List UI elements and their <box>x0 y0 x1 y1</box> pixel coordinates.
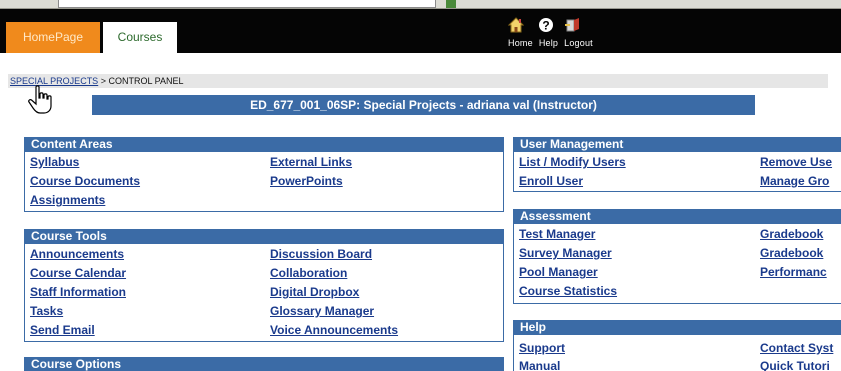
browser-address-strip <box>0 0 841 9</box>
tab-courses[interactable]: Courses <box>103 22 177 53</box>
help-panel: Help Support Contact Syst Manual Quick T… <box>513 320 841 371</box>
svg-text:?: ? <box>542 19 549 33</box>
link-survey-manager[interactable]: Survey Manager <box>519 246 612 260</box>
link-gradebook-2[interactable]: Gradebook <box>760 246 823 260</box>
toolbar-labels: Home Help Logout <box>508 38 599 48</box>
breadcrumb-current: CONTROL PANEL <box>108 76 184 86</box>
user-management-panel: User Management List / Modify Users Remo… <box>513 137 841 192</box>
link-external-links[interactable]: External Links <box>270 155 352 169</box>
link-voice-announcements[interactable]: Voice Announcements <box>270 323 398 337</box>
link-collaboration[interactable]: Collaboration <box>270 266 347 280</box>
link-discussion-board[interactable]: Discussion Board <box>270 247 372 261</box>
link-remove-users[interactable]: Remove Use <box>760 155 832 169</box>
course-tools-title: Course Tools <box>25 229 503 244</box>
link-list-modify-users[interactable]: List / Modify Users <box>519 155 626 169</box>
link-pool-manager[interactable]: Pool Manager <box>519 265 598 279</box>
link-support[interactable]: Support <box>519 341 565 355</box>
course-tools-panel: Course Tools Announcements Discussion Bo… <box>24 229 504 342</box>
content-areas-panel: Content Areas Syllabus External Links Co… <box>24 137 504 212</box>
assessment-panel: Assessment Test Manager Gradebook Survey… <box>513 209 841 304</box>
help-title: Help <box>514 320 841 335</box>
link-staff-information[interactable]: Staff Information <box>30 285 126 299</box>
link-announcements[interactable]: Announcements <box>30 247 124 261</box>
link-glossary-manager[interactable]: Glossary Manager <box>270 304 374 318</box>
content-areas-title: Content Areas <box>25 137 503 152</box>
hand-cursor-icon <box>28 85 54 115</box>
logout-label[interactable]: Logout <box>564 38 593 48</box>
breadcrumb: SPECIAL PROJECTS > CONTROL PANEL <box>8 74 828 88</box>
top-header: HomePage Courses ? Home Help Logout <box>0 0 841 53</box>
help-label[interactable]: Help <box>539 38 558 48</box>
course-banner: ED_677_001_06SP: Special Projects - adri… <box>92 95 755 115</box>
breadcrumb-separator: > <box>100 76 106 86</box>
tab-homepage[interactable]: HomePage <box>6 22 100 53</box>
link-manual[interactable]: Manual <box>519 359 560 371</box>
link-manage-groups[interactable]: Manage Gro <box>760 174 829 188</box>
link-performance[interactable]: Performanc <box>760 265 827 279</box>
logout-icon[interactable] <box>565 17 581 33</box>
course-options-panel: Course Options <box>24 357 504 371</box>
link-assignments[interactable]: Assignments <box>30 193 105 207</box>
link-syllabus[interactable]: Syllabus <box>30 155 79 169</box>
go-button[interactable] <box>446 0 456 8</box>
home-icon[interactable] <box>508 17 524 33</box>
link-gradebook[interactable]: Gradebook <box>760 227 823 241</box>
address-bar[interactable] <box>58 0 436 8</box>
top-toolbar: ? Home Help Logout <box>508 17 638 53</box>
help-icon[interactable]: ? <box>538 17 554 33</box>
link-enroll-user[interactable]: Enroll User <box>519 174 583 188</box>
link-tasks[interactable]: Tasks <box>30 304 63 318</box>
link-send-email[interactable]: Send Email <box>30 323 95 337</box>
link-digital-dropbox[interactable]: Digital Dropbox <box>270 285 359 299</box>
home-label[interactable]: Home <box>508 38 533 48</box>
course-options-title: Course Options <box>25 357 503 371</box>
link-course-documents[interactable]: Course Documents <box>30 174 140 188</box>
link-powerpoints[interactable]: PowerPoints <box>270 174 343 188</box>
link-course-calendar[interactable]: Course Calendar <box>30 266 126 280</box>
link-course-statistics[interactable]: Course Statistics <box>519 284 617 298</box>
link-contact-system[interactable]: Contact Syst <box>760 341 833 355</box>
breadcrumb-link-special-projects[interactable]: SPECIAL PROJECTS <box>10 76 98 86</box>
user-management-title: User Management <box>514 137 841 152</box>
link-quick-tutorials[interactable]: Quick Tutori <box>760 359 830 371</box>
assessment-title: Assessment <box>514 209 841 224</box>
link-test-manager[interactable]: Test Manager <box>519 227 595 241</box>
